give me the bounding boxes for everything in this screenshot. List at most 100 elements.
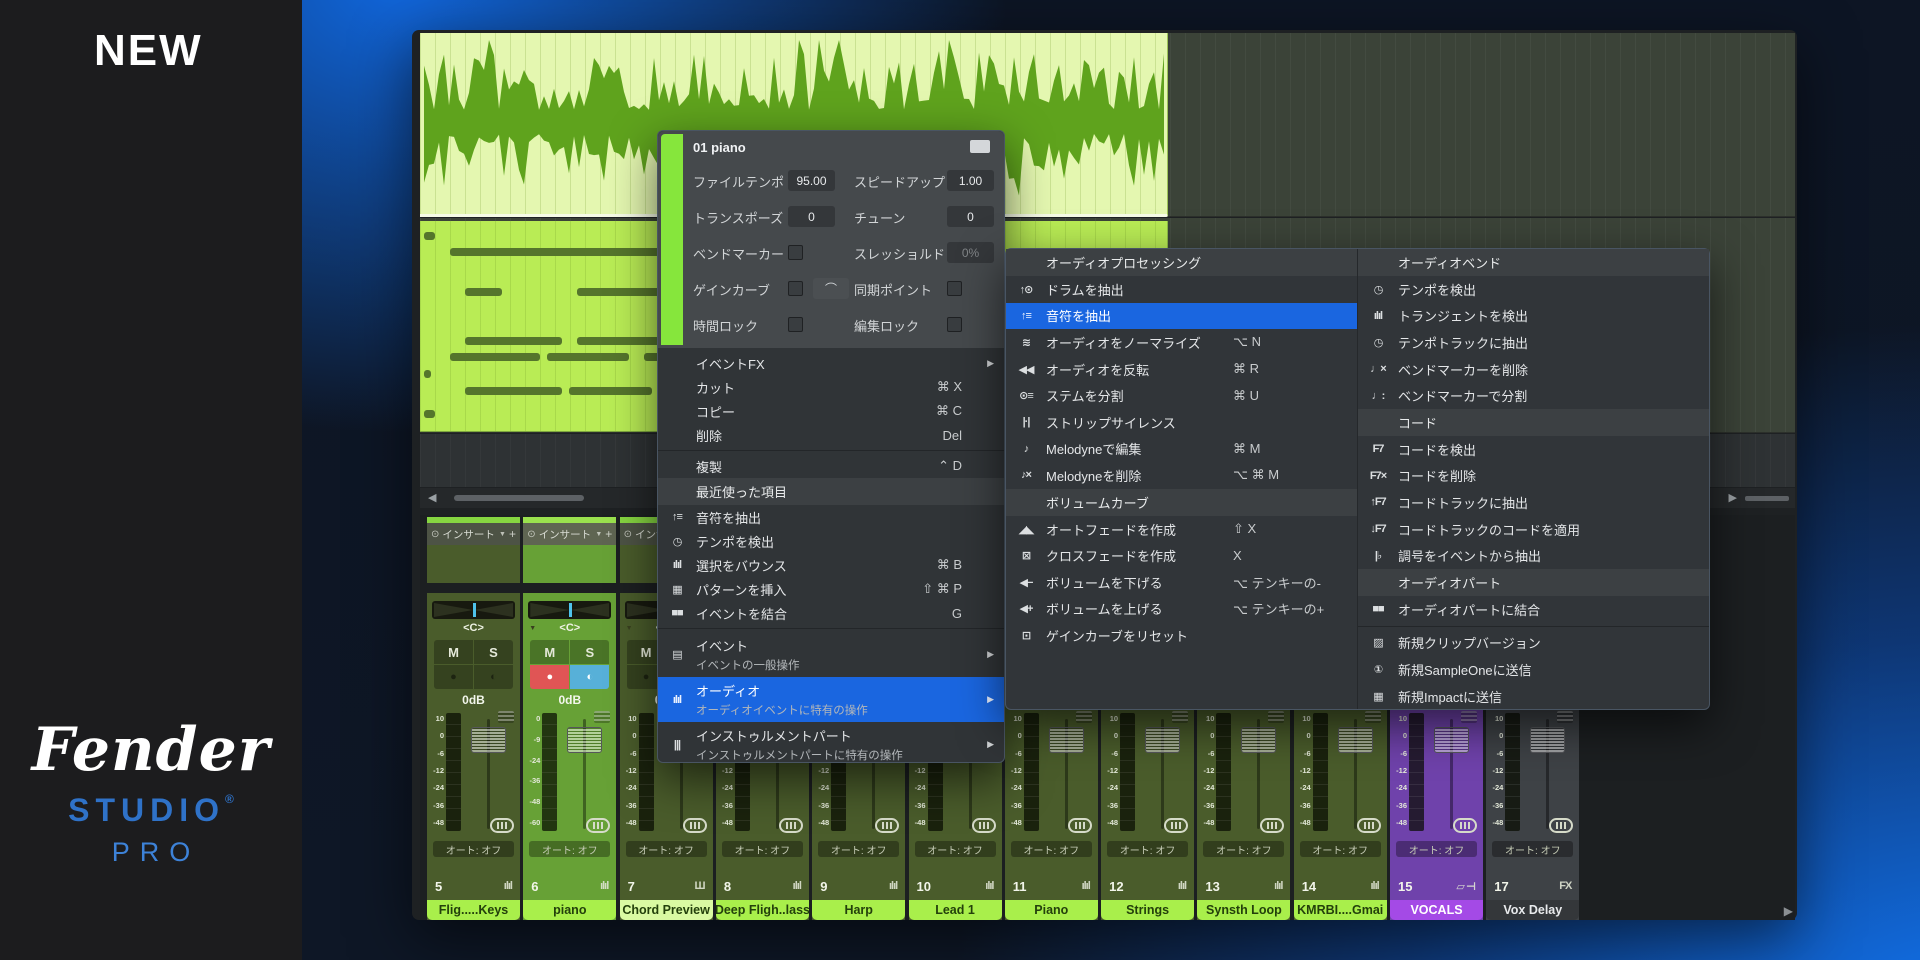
speedup-value[interactable]: 1.00 — [947, 170, 994, 191]
menu-item[interactable]: イベントFX▶ — [658, 351, 1004, 375]
menu-item[interactable]: 削除Del — [658, 423, 1004, 447]
fader-handle[interactable] — [1241, 727, 1276, 753]
menu-item[interactable]: ◀+ボリュームを上げる⌥ テンキーの+ — [1006, 596, 1357, 623]
channel-name-label[interactable]: Vox Delay — [1486, 900, 1579, 920]
menu-item[interactable]: F7×コードを削除 — [1358, 463, 1709, 490]
automation-mode-button[interactable]: オート: オフ — [433, 841, 514, 857]
monitor-button[interactable]: ◐ — [474, 665, 513, 689]
menu-item[interactable]: ◷テンポを検出 — [1358, 276, 1709, 303]
insert-dropdown-icon[interactable]: ▼ — [499, 531, 506, 538]
automation-mode-button[interactable]: オート: オフ — [1203, 841, 1284, 857]
sync-point-checkbox[interactable] — [947, 281, 962, 296]
channel-options-icon[interactable] — [1172, 711, 1188, 723]
menu-item[interactable]: |♭調号をイベントから抽出 — [1358, 542, 1709, 569]
insert-power-icon[interactable]: ⊙ — [527, 529, 535, 540]
edit-lock-checkbox[interactable] — [947, 317, 962, 332]
bend-marker-checkbox[interactable] — [788, 245, 803, 260]
automation-mode-button[interactable]: オート: オフ — [818, 841, 899, 857]
insert-power-icon[interactable]: ⊙ — [431, 529, 439, 540]
menu-item[interactable]: ①新規SampleOneに送信 — [1358, 656, 1709, 683]
menu-item[interactable]: ♩×ベンドマーカーを削除 — [1358, 356, 1709, 383]
menu-item[interactable]: ↑F7コードトラックに抽出 — [1358, 489, 1709, 516]
automation-mode-button[interactable]: オート: オフ — [1011, 841, 1092, 857]
channel-name-label[interactable]: VOCALS — [1390, 900, 1483, 920]
menu-item[interactable]: ♪Melodyneで編集⌘ M — [1006, 436, 1357, 463]
automation-mode-button[interactable]: オート: オフ — [1107, 841, 1188, 857]
insert-dropdown-icon[interactable]: ▼ — [595, 531, 602, 538]
menu-item[interactable]: カット⌘ X — [658, 375, 1004, 399]
scroll-left-arrow-icon[interactable]: ◀ — [428, 491, 436, 504]
channel-name-label[interactable]: Synsth Loop — [1197, 900, 1290, 920]
menu-item[interactable]: ▨新規クリップバージョン — [1358, 630, 1709, 657]
menu-item[interactable]: |·|ストリップサイレンス — [1006, 409, 1357, 436]
menu-item[interactable]: ♩:ベンドマーカーで分割 — [1358, 382, 1709, 409]
record-arm-button[interactable]: ● — [434, 665, 473, 689]
menu-item[interactable]: ↑⊙ドラムを抽出 — [1006, 276, 1357, 303]
menu-item[interactable]: ↑≡音符を抽出 — [1006, 303, 1357, 330]
menu-item[interactable]: ◷テンポトラックに抽出 — [1358, 329, 1709, 356]
mixer-channel[interactable]: ⊙インサート▼+<C>MS●◐0dB100-6-12-24-36-48オート: … — [427, 517, 520, 920]
file-tempo-value[interactable]: 95.00 — [788, 170, 835, 191]
menu-item[interactable]: ◷テンポを検出 — [658, 529, 1004, 553]
fader-handle[interactable] — [471, 727, 506, 753]
menu-item[interactable]: ♪×Melodyneを削除⌥ ⌘ M — [1006, 462, 1357, 489]
insert-add-icon[interactable]: + — [509, 527, 516, 541]
automation-mode-button[interactable]: オート: オフ — [1492, 841, 1573, 857]
automation-mode-button[interactable]: オート: オフ — [626, 841, 707, 857]
solo-button[interactable]: S — [570, 640, 609, 664]
menu-item[interactable]: ▦新規Impactに送信 — [1358, 683, 1709, 709]
channel-name-label[interactable]: Lead 1 — [909, 900, 1002, 920]
menu-item[interactable]: F7コードを検出 — [1358, 436, 1709, 463]
menu-item[interactable]: ılılトランジェントを検出 — [1358, 303, 1709, 330]
monitor-button[interactable]: ◐ — [570, 665, 609, 689]
menu-item[interactable]: ⊠クロスフェードを作成X — [1006, 542, 1357, 569]
channel-options-icon[interactable] — [594, 711, 610, 723]
channel-options-icon[interactable] — [1076, 711, 1092, 723]
menu-item[interactable]: ▤イベントイベントの一般操作▶ — [658, 632, 1004, 677]
automation-mode-button[interactable]: オート: オフ — [915, 841, 996, 857]
menu-item[interactable]: ◢◣オートフェードを作成⇧ X — [1006, 516, 1357, 543]
mixer-channel[interactable]: ⊙インサート▼+▼<C>MS●◐0dB0-9-24-36-48-60オート: オ… — [523, 517, 616, 920]
fader-handle[interactable] — [1338, 727, 1373, 753]
fader-handle[interactable] — [1049, 727, 1084, 753]
mute-button[interactable]: M — [530, 640, 569, 664]
channel-name-label[interactable]: KMRBI....Gmai — [1294, 900, 1387, 920]
menu-item[interactable]: ◀−ボリュームを下げる⌥ テンキーの- — [1006, 569, 1357, 596]
automation-mode-button[interactable]: オート: オフ — [529, 841, 610, 857]
scroll-right-arrow-icon[interactable]: ▶ — [1729, 491, 1737, 504]
menu-item[interactable]: ⊙≡ステムを分割⌘ U — [1006, 382, 1357, 409]
menu-item[interactable]: |||インストゥルメントパートインストゥルメントパートに特有の操作▶ — [658, 722, 1004, 762]
menu-item[interactable]: ⊡ゲインカーブをリセット — [1006, 622, 1357, 649]
automation-mode-button[interactable]: オート: オフ — [1396, 841, 1477, 857]
fader-handle[interactable] — [567, 727, 602, 753]
gain-curve-icon[interactable]: ⌒ — [813, 278, 849, 299]
channel-name-label[interactable]: Chord Preview — [620, 900, 713, 920]
channel-options-icon[interactable] — [1268, 711, 1284, 723]
channel-name-label[interactable]: Strings — [1101, 900, 1194, 920]
tune-value[interactable]: 0 — [947, 206, 994, 227]
menu-item[interactable]: ◀◀オーディオを反転⌘ R — [1006, 356, 1357, 383]
insert-power-icon[interactable]: ⊙ — [624, 529, 632, 540]
insert-add-icon[interactable]: + — [605, 527, 612, 541]
channel-name-label[interactable]: Harp — [812, 900, 905, 920]
menu-item[interactable]: ↑≡音符を抽出 — [658, 505, 1004, 529]
menu-item[interactable]: 複製⌃ D — [658, 454, 1004, 478]
menu-item[interactable]: ▦パターンを挿入⇧ ⌘ P — [658, 577, 1004, 601]
zoom-slider[interactable] — [1745, 496, 1789, 501]
scrollbar-thumb[interactable] — [454, 495, 584, 501]
channel-name-label[interactable]: Piano — [1005, 900, 1098, 920]
info-toggle-switch[interactable] — [970, 140, 990, 153]
automation-mode-button[interactable]: オート: オフ — [1300, 841, 1381, 857]
fader-handle[interactable] — [1530, 727, 1565, 753]
solo-button[interactable]: S — [474, 640, 513, 664]
channel-options-icon[interactable] — [1461, 711, 1477, 723]
menu-item[interactable]: ılıl選択をバウンス⌘ B — [658, 553, 1004, 577]
mute-button[interactable]: M — [434, 640, 473, 664]
fader-handle[interactable] — [1434, 727, 1469, 753]
record-arm-button[interactable]: ● — [530, 665, 569, 689]
channel-options-icon[interactable] — [1557, 711, 1573, 723]
channel-options-icon[interactable] — [1365, 711, 1381, 723]
menu-item[interactable]: ılılオーディオオーディオイベントに特有の操作▶ — [658, 677, 1004, 722]
window-resize-arrow-icon[interactable]: ▶ — [1784, 904, 1793, 918]
insert-slot-area[interactable] — [523, 545, 616, 583]
